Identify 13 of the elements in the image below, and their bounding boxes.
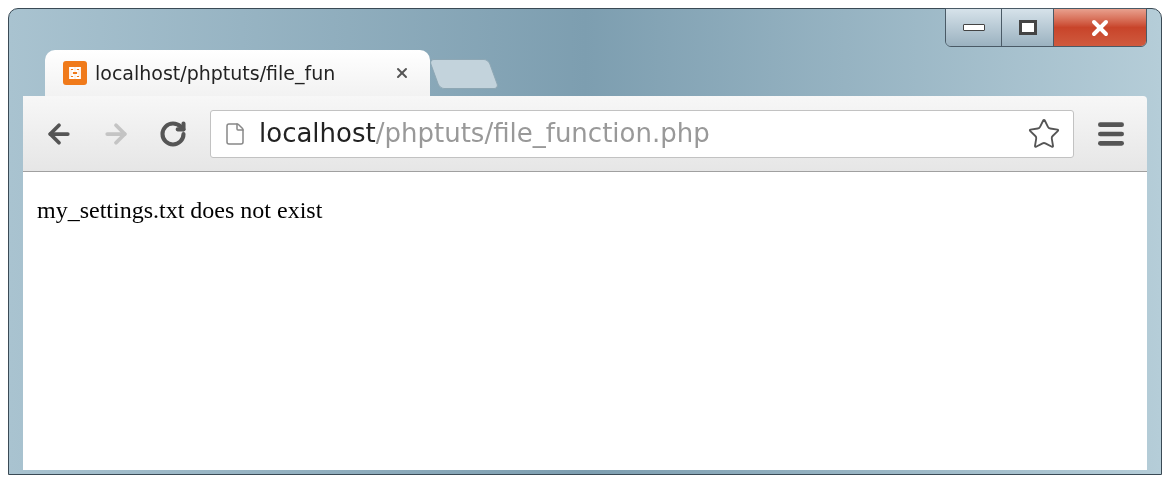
close-window-button[interactable]: [1053, 9, 1146, 46]
address-bar[interactable]: localhost/phptuts/file_function.php: [210, 109, 1074, 158]
tab-title: localhost/phptuts/file_fun: [95, 60, 337, 87]
tab-favicon-icon: [63, 61, 87, 85]
url-text: localhost/phptuts/file_function.php: [259, 117, 711, 150]
browser-tab[interactable]: localhost/phptuts/file_fun: [45, 50, 430, 96]
maximize-button[interactable]: [1001, 9, 1053, 46]
page-icon: [223, 121, 247, 146]
bookmark-star-icon[interactable]: [1027, 116, 1061, 151]
minimize-button[interactable]: [946, 9, 1001, 46]
close-icon: [394, 65, 410, 81]
page-text: my_settings.txt does not exist: [37, 196, 324, 225]
reload-icon: [159, 119, 187, 148]
